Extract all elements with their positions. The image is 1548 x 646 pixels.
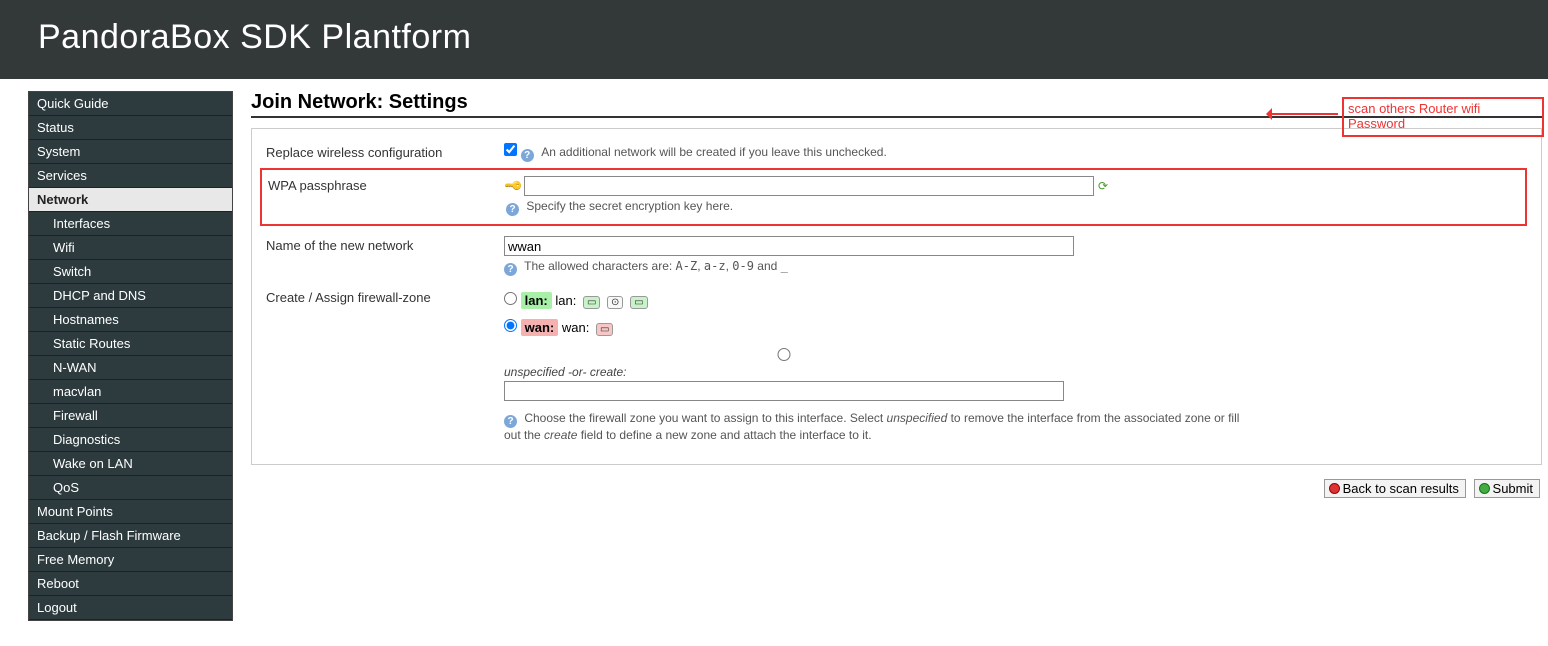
sidebar-item-macvlan[interactable]: macvlan [29, 380, 232, 404]
info-icon: ? [521, 149, 534, 162]
sidebar-item-wifi[interactable]: Wifi [29, 236, 232, 260]
sidebar-item-diagnostics[interactable]: Diagnostics [29, 428, 232, 452]
info-icon: ? [504, 415, 517, 428]
highlight-wpa-row: WPA passphrase 🔑 ⟳ ? Specify the secret … [260, 168, 1527, 226]
checkbox-replace[interactable] [504, 143, 517, 156]
key-icon: 🔑 [503, 175, 524, 196]
sidebar-item-status[interactable]: Status [29, 116, 232, 140]
reveal-password-icon[interactable]: ⟳ [1098, 179, 1112, 193]
row-firewall-zone: Create / Assign firewall-zone lan: lan: … [266, 284, 1527, 450]
main-content: scan others Router wifi Password Join Ne… [233, 91, 1548, 518]
annotation-arrow [1268, 113, 1338, 115]
sidebar-item-free-memory[interactable]: Free Memory [29, 548, 232, 572]
sidebar-item-static-routes[interactable]: Static Routes [29, 332, 232, 356]
annotation-box: scan others Router wifi Password [1342, 97, 1544, 137]
ok-dot-icon [1479, 483, 1490, 494]
radio-zone-unspecified[interactable] [504, 348, 1064, 361]
iface-badge-icon: ▭ [630, 296, 647, 309]
app-header: PandoraBox SDK Plantform [0, 0, 1548, 79]
sidebar-item-services[interactable]: Services [29, 164, 232, 188]
row-network-name: Name of the new network ? The allowed ch… [266, 232, 1527, 284]
iface-badge-icon: ⊙ [607, 296, 623, 309]
label-wpa: WPA passphrase [268, 176, 506, 193]
iface-badge-icon: ▭ [583, 296, 600, 309]
radio-zone-lan[interactable] [504, 292, 517, 305]
label-zone: Create / Assign firewall-zone [266, 288, 504, 305]
sidebar-item-interfaces[interactable]: Interfaces [29, 212, 232, 236]
info-icon: ? [506, 203, 519, 216]
unspecified-label: unspecified -or- create: [504, 365, 627, 379]
radio-zone-wan[interactable] [504, 319, 517, 332]
sidebar-item-mount-points[interactable]: Mount Points [29, 500, 232, 524]
input-network-name[interactable] [504, 236, 1074, 256]
back-button[interactable]: Back to scan results [1324, 479, 1466, 498]
sidebar-item-logout[interactable]: Logout [29, 596, 232, 620]
iface-badge-icon: ▭ [596, 323, 613, 336]
hint-wpa: Specify the secret encryption key here. [526, 199, 733, 213]
sidebar-item-dhcp-and-dns[interactable]: DHCP and DNS [29, 284, 232, 308]
app-title: PandoraBox SDK Plantform [38, 18, 1518, 57]
cancel-dot-icon [1329, 483, 1340, 494]
sidebar-item-quick-guide[interactable]: Quick Guide [29, 92, 232, 116]
sidebar-item-system[interactable]: System [29, 140, 232, 164]
sidebar-item-wake-on-lan[interactable]: Wake on LAN [29, 452, 232, 476]
sidebar-item-n-wan[interactable]: N-WAN [29, 356, 232, 380]
zone-wan-label[interactable]: wan: wan: ▭ [521, 320, 614, 335]
sidebar-item-qos[interactable]: QoS [29, 476, 232, 500]
action-bar: Back to scan results Submit [251, 473, 1542, 498]
sidebar-item-hostnames[interactable]: Hostnames [29, 308, 232, 332]
hint-replace: An additional network will be created if… [541, 145, 887, 159]
sidebar-item-network[interactable]: Network [29, 188, 232, 212]
label-replace: Replace wireless configuration [266, 143, 504, 160]
sidebar-item-firewall[interactable]: Firewall [29, 404, 232, 428]
sidebar-item-reboot[interactable]: Reboot [29, 572, 232, 596]
row-wpa: WPA passphrase 🔑 ⟳ ? Specify the secret … [268, 172, 1521, 218]
sidebar-nav: Quick GuideStatusSystemServicesNetworkIn… [28, 91, 233, 621]
submit-button[interactable]: Submit [1474, 479, 1540, 498]
zone-lan-label[interactable]: lan: lan: ▭ ⊙ ▭ [521, 293, 648, 308]
input-wpa-passphrase[interactable] [524, 176, 1094, 196]
input-create-zone[interactable] [504, 381, 1064, 401]
settings-fieldset: Replace wireless configuration ? An addi… [251, 128, 1542, 465]
row-replace-config: Replace wireless configuration ? An addi… [266, 139, 1527, 170]
annotation-text: scan others Router wifi Password [1348, 101, 1480, 131]
sidebar-item-switch[interactable]: Switch [29, 260, 232, 284]
sidebar-item-backup-flash-firmware[interactable]: Backup / Flash Firmware [29, 524, 232, 548]
info-icon: ? [504, 263, 517, 276]
hint-netname-prefix: The allowed characters are: [524, 259, 675, 273]
label-netname: Name of the new network [266, 236, 504, 253]
